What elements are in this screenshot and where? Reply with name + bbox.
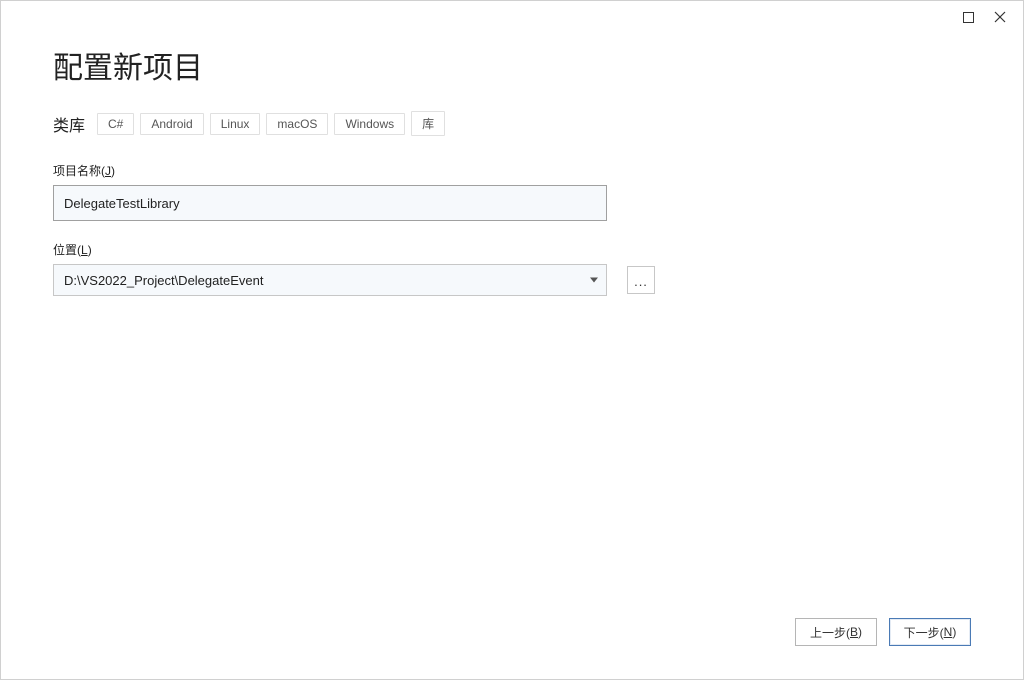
tag-android: Android <box>140 113 203 135</box>
tag-macos: macOS <box>266 113 328 135</box>
back-button[interactable]: 上一步(B) <box>795 618 877 646</box>
location-combo[interactable]: D:\VS2022_Project\DelegateEvent <box>53 264 607 296</box>
project-name-label: 项目名称(J) <box>53 162 971 179</box>
tag-linux: Linux <box>210 113 261 135</box>
maximize-button[interactable] <box>961 10 975 24</box>
tag-windows: Windows <box>334 113 405 135</box>
dialog-window: 配置新项目 类库 C# Android Linux macOS Windows … <box>0 0 1024 680</box>
browse-button[interactable]: ... <box>627 266 655 294</box>
template-type-label: 类库 <box>53 112 85 136</box>
next-button[interactable]: 下一步(N) <box>889 618 971 646</box>
location-row: D:\VS2022_Project\DelegateEvent ... <box>53 264 971 296</box>
template-tags-row: 类库 C# Android Linux macOS Windows 库 <box>53 111 971 136</box>
footer-buttons: 上一步(B) 下一步(N) <box>795 618 971 646</box>
page-title: 配置新项目 <box>53 43 971 87</box>
chevron-down-icon <box>590 278 598 283</box>
project-name-input[interactable] <box>53 185 607 221</box>
tag-csharp: C# <box>97 113 134 135</box>
location-value: D:\VS2022_Project\DelegateEvent <box>64 273 263 288</box>
location-label: 位置(L) <box>53 241 971 258</box>
location-field: 位置(L) D:\VS2022_Project\DelegateEvent ..… <box>53 241 971 296</box>
tag-library: 库 <box>411 111 445 136</box>
close-button[interactable] <box>993 10 1007 24</box>
project-name-field: 项目名称(J) <box>53 162 971 221</box>
content-area: 配置新项目 类库 C# Android Linux macOS Windows … <box>53 37 971 679</box>
title-bar <box>961 1 1023 33</box>
